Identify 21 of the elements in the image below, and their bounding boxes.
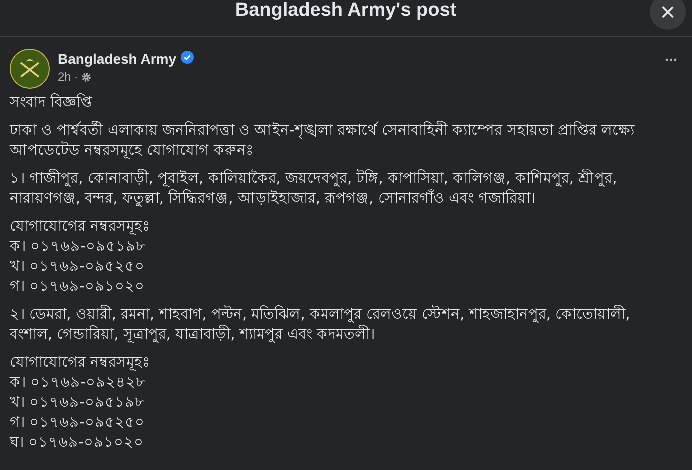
post-text: খ। ০১৭৬৯-০৯৫২৫০ xyxy=(10,258,146,277)
post-text: ২। ডেমরা, ওয়ারী, রমনা, শাহবাগ, পল্টন, মতিঝিল, কমলাপুর রেলওয়ে স্টেশন, শাহজাহানপুর, কোতোয়ালী, বংশাল, গেন্ডারিয়া, সূত্রাপুর, যাত্রাবাড়ী, শ্যামপুর এবং কদমতলী। xyxy=(10,305,632,345)
post-text: ঢাকা ও পার্শ্ববর্তী এলাকায় জননিরাপত্তা ও আইন-শৃঙ্খলা রক্ষার্থে সেনাবাহিনী ক্যাম্পের সহায়তা প্রাপ্তির লক্ষ্যে আপডেটেড নম্বরসমূহে যোগাযোগ করুনঃ xyxy=(10,121,636,161)
post-text: খ। ০১৭৬৯-০৯৫১৯৮ xyxy=(10,394,146,413)
post-text: গ। ০১৭৬৯-০৯৫২৫০ xyxy=(10,414,146,433)
emblem-avatar-icon[interactable] xyxy=(10,49,50,89)
separator-dot: · xyxy=(74,70,78,84)
close-button[interactable]: × xyxy=(650,0,686,30)
post-text: ঘ। ০১৭৬৯-০৯১০২০ xyxy=(10,434,145,453)
post-text: যোগাযোগের নম্বরসমূহঃ xyxy=(10,218,152,237)
post-text: গ। ০১৭৬৯-০৯১০২০ xyxy=(10,278,146,297)
dialog-title: Bangladesh Army's post xyxy=(235,0,457,22)
post-text: যোগাযোগের নম্বরসমূহঃ xyxy=(10,354,152,373)
settings-icon xyxy=(81,72,92,82)
post-text: ১। গাজীপুর, কোনাবাড়ী, পূবাইল, কালিয়াকৈর, জয়দেবপুর, টঙ্গি, কাপাসিয়া, কালিগঞ্জ, কাশিমপুর, শ্রীপুর, নারায়ণগঞ্জ, বন্দর, ফতুল্লা, সিদ্ধিরগঞ্জ, আড়াইহাজার, রূপগঞ্জ, সোনারগাঁও এবং গজারিয়া। xyxy=(10,169,618,209)
post-time[interactable]: 2h xyxy=(58,70,72,84)
post-text: সংবাদ বিজ্ঞপ্তি xyxy=(10,93,94,113)
author-name[interactable]: Bangladesh Army xyxy=(58,50,177,66)
more-options-button[interactable]: ••• xyxy=(662,51,682,69)
post-text: ক। ০১৭৬৯-০৯২৪২৮ xyxy=(10,374,147,393)
post-text: ক। ০১৭৬৯-০৯৫১৯৮ xyxy=(10,238,147,257)
